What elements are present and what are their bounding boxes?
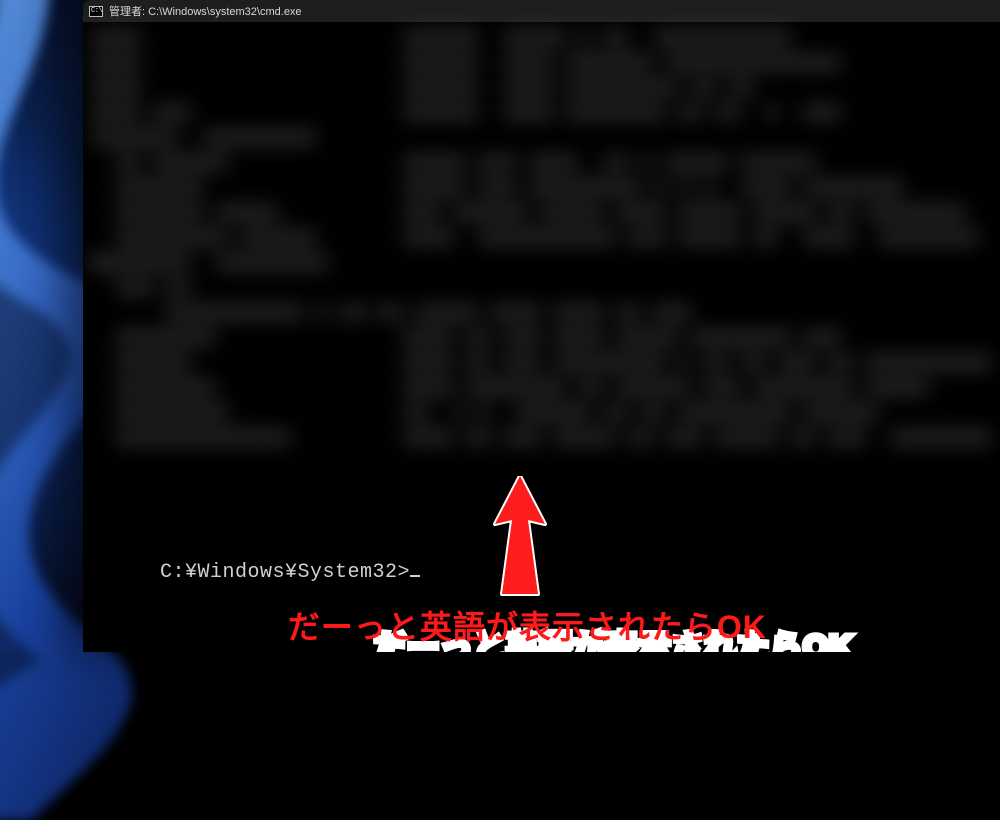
blurred-line: ixxxxxx xxxxxxxxx (91, 126, 992, 151)
cmd-window[interactable]: C:\ 管理者: C:\Windows\system32\cmd.exe xxx… (83, 0, 1000, 652)
blurred-line: xxx xx (91, 276, 992, 301)
text-cursor (410, 575, 420, 577)
blurred-line: xxxxxxxxx xx x x xxxxxx xx xx xxxxxxxxx … (91, 401, 992, 426)
window-title: 管理者: C:\Windows\system32\cmd.exe (109, 3, 302, 19)
titlebar[interactable]: C:\ 管理者: C:\Windows\system32\cmd.exe (83, 0, 1000, 22)
blurred-line: xxxx xxxxxx xxxx xxxxxxx xxxxxxxxxxxxxx (91, 51, 992, 76)
blurred-line: xxxx xxxxxx xxxxx x xx xxxxxxxxxxx (91, 26, 992, 51)
terminal-body[interactable]: xxxx xxxxxx xxxxx x xx xxxxxxxxxxxxxxx x… (83, 22, 1000, 652)
blurred-line: xxxxxxxxx xxxxxx xxxx xxxxxxxxxxx xxx xx… (91, 226, 992, 251)
blurred-line: xxxxxx xxxx xx xxx xxxxxxxxx x xx xx xxx… (91, 351, 992, 376)
blurred-line: xx xxxxxx xxxxx xxx xxxx xx x xxxxx xxxx… (91, 151, 992, 176)
blurred-line: xxxxxxxxxxxxxx xxxx xx xxx xxxxx xx xxx … (91, 426, 992, 451)
blurred-line: xxxx xxx xxxxxx xxxx xxxxxxxx xx xx x xx… (91, 101, 992, 126)
blurred-line: exxxxxxx xxxxxxxxx (91, 251, 992, 276)
blurred-line: xxxxxxxx xxxx xx xxx xxxx xxxxx xxxxxxxx… (91, 326, 992, 351)
cmd-icon: C:\ (89, 6, 103, 17)
blurred-line: xxxxxxxx xxxx xxxxxxxx xx xxxxxx xxx xxx… (91, 376, 992, 401)
annotation-caption-wrap: だーっと英語が表示されたらOK だーっと英語が表示されたらOK (223, 582, 853, 652)
blurred-line: xxxx xxxxxx xxxx xxxxxxxxx xx xx (91, 76, 992, 101)
annotation-caption: だーっと英語が表示されたらOK (288, 602, 767, 648)
blurred-line: xxxxxxx xxxxx xxx xxxxxx xxxxx xxxx xxxx… (91, 201, 992, 226)
blurred-line: xxxxxxxxxxx x xx xx xxxxx xxxx xxxx xx x… (91, 301, 992, 326)
blurred-line: xxxxxxx xxxxx xxx xxxxxxxxx x x x xxxx x… (91, 176, 992, 201)
blurred-command-output: xxxx xxxxxx xxxxx x xx xxxxxxxxxxxxxxx x… (91, 26, 992, 532)
prompt-text: C:¥Windows¥System32> (160, 561, 410, 584)
